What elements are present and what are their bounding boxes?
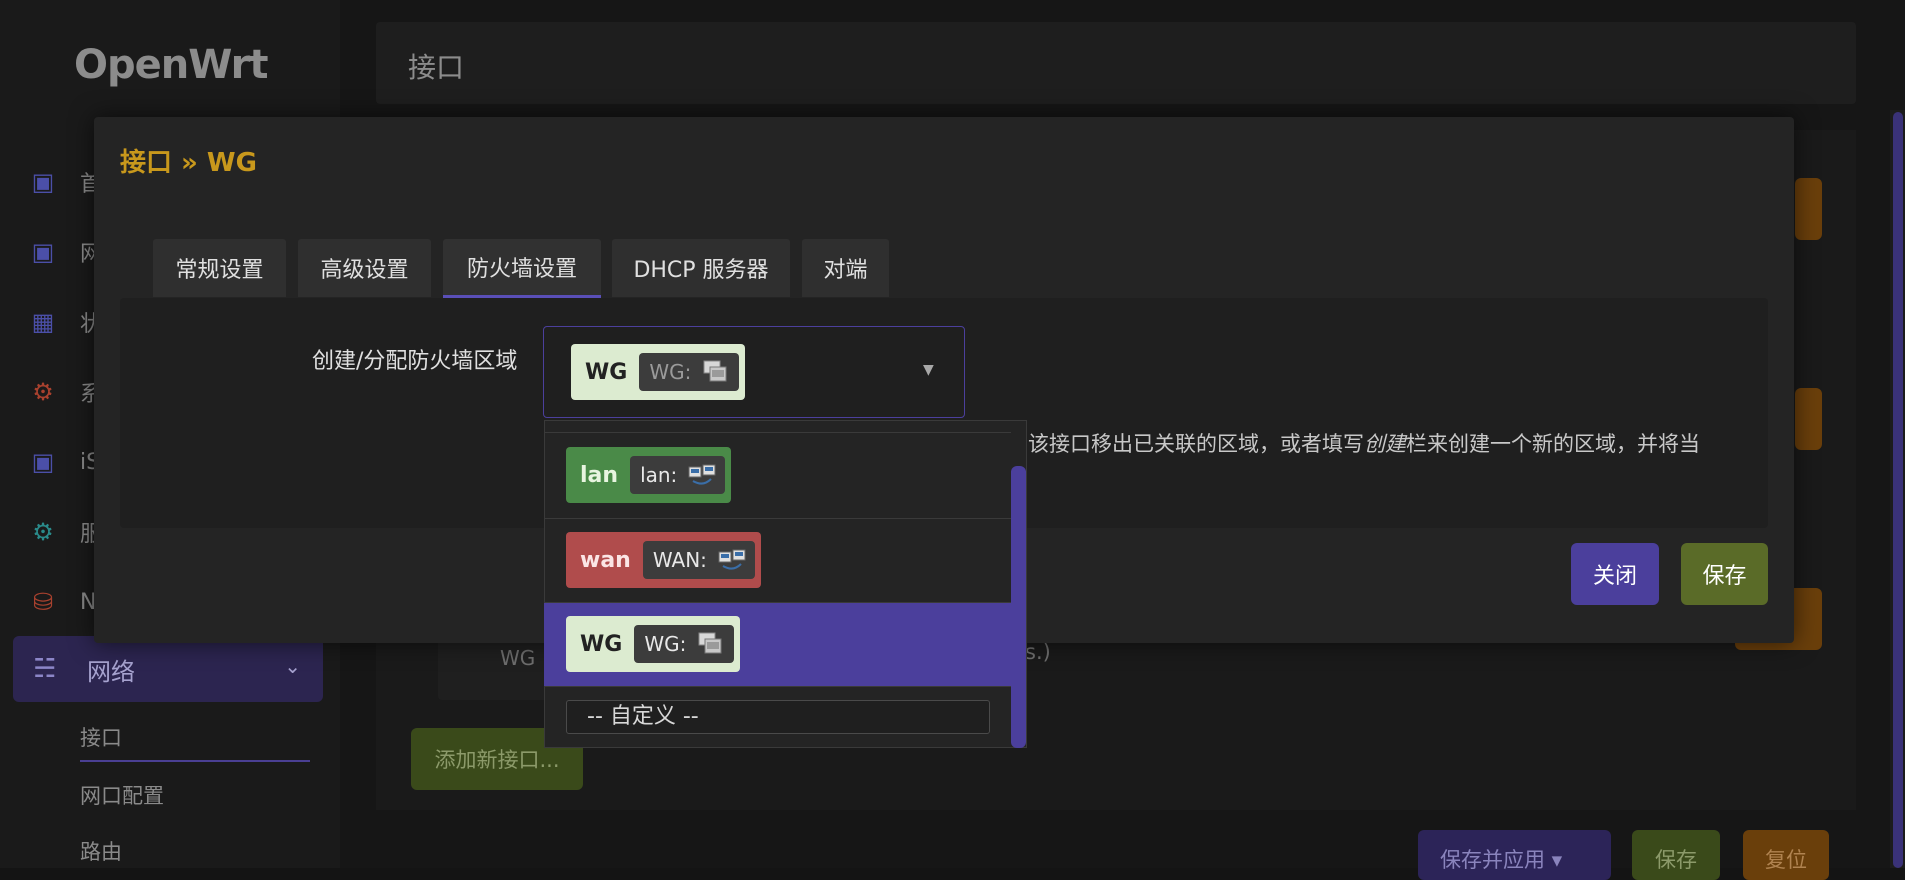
- dropdown-scrollbar[interactable]: [1011, 466, 1026, 748]
- close-button[interactable]: 关闭: [1571, 543, 1659, 605]
- tab-general[interactable]: 常规设置: [153, 239, 286, 297]
- tab-advanced[interactable]: 高级设置: [298, 239, 431, 297]
- modal-title: 接口 » WG: [120, 148, 257, 178]
- zone-network-label: WG:: [644, 632, 687, 656]
- page-reset-button[interactable]: 复位: [1743, 830, 1829, 880]
- save-apply-button[interactable]: 保存并应用 ▾: [1418, 830, 1611, 880]
- sidebar-item-label: 网络: [87, 657, 135, 686]
- zone-network-label: WAN:: [652, 548, 707, 572]
- delete-button[interactable]: [1795, 388, 1822, 450]
- zone-badge-wan: wan WAN:: [566, 532, 761, 588]
- zone-networks: WAN:: [642, 541, 755, 579]
- network-switch-icon: [717, 546, 749, 574]
- chevron-down-icon[interactable]: ▼: [923, 362, 934, 378]
- page-title: 接口: [408, 51, 465, 84]
- zone-networks: WG:: [639, 353, 740, 391]
- zone-networks: lan:: [630, 456, 726, 494]
- zone-network-label: lan:: [640, 463, 678, 487]
- sidebar-sub-interfaces[interactable]: 接口: [80, 722, 122, 752]
- tab-dhcp[interactable]: DHCP 服务器: [612, 239, 790, 297]
- sidebar-sub-routes[interactable]: 路由: [80, 836, 122, 866]
- gears-icon: ⚙: [32, 518, 54, 546]
- interface-info-suffix: s.): [1025, 640, 1051, 664]
- openwrt-logo: OpenWrt: [74, 42, 269, 88]
- zone-name: WG: [585, 359, 628, 385]
- cube-icon: ▣: [31, 238, 55, 266]
- zone-badge-lan: lan lan:: [566, 447, 732, 503]
- page-header: [376, 22, 1856, 104]
- cube-icon: ▣: [31, 448, 55, 476]
- tab-firewall[interactable]: 防火墙设置: [443, 239, 601, 299]
- save-button[interactable]: 保存: [1681, 543, 1768, 605]
- zone-network-label: WG:: [649, 360, 692, 384]
- chevron-down-icon: ⌄: [284, 654, 301, 678]
- zone-networks: WG:: [634, 625, 735, 663]
- interface-name: WG: [500, 646, 536, 670]
- zone-name: WG: [580, 631, 623, 657]
- sitemap-icon: ☵: [33, 654, 57, 684]
- sidebar-sub-port-config[interactable]: 网口配置: [80, 780, 164, 810]
- network-device-icon: [696, 630, 728, 658]
- selected-zone-badge: WG WG:: [571, 344, 746, 400]
- network-switch-icon: [687, 461, 719, 489]
- gear-icon: ⚙: [32, 378, 54, 406]
- page-save-button[interactable]: 保存: [1632, 830, 1720, 880]
- tab-peers[interactable]: 对端: [802, 239, 889, 297]
- firewall-zone-label: 创建/分配防火墙区域: [312, 349, 518, 374]
- firewall-zone-help: 该接口移出已关联的区域，或者填写创建栏来创建一个新的区域，并将当: [1028, 432, 1700, 456]
- database-icon: ⛁: [32, 588, 54, 616]
- page-scrollbar-thumb[interactable]: [1893, 112, 1903, 868]
- network-device-icon: [701, 358, 733, 386]
- zone-name: lan: [580, 462, 619, 488]
- delete-button[interactable]: [1795, 178, 1822, 240]
- zone-badge-wg: WG WG:: [566, 616, 741, 672]
- dashboard-icon: ▦: [31, 308, 55, 336]
- sidebar-sub-active-indicator: [80, 760, 310, 762]
- zone-name: wan: [580, 547, 631, 573]
- cube-icon: ▣: [31, 168, 55, 196]
- custom-zone-input[interactable]: -- 自定义 --: [566, 700, 990, 734]
- sidebar-item-network[interactable]: ☵ 网络 ⌄: [13, 636, 323, 702]
